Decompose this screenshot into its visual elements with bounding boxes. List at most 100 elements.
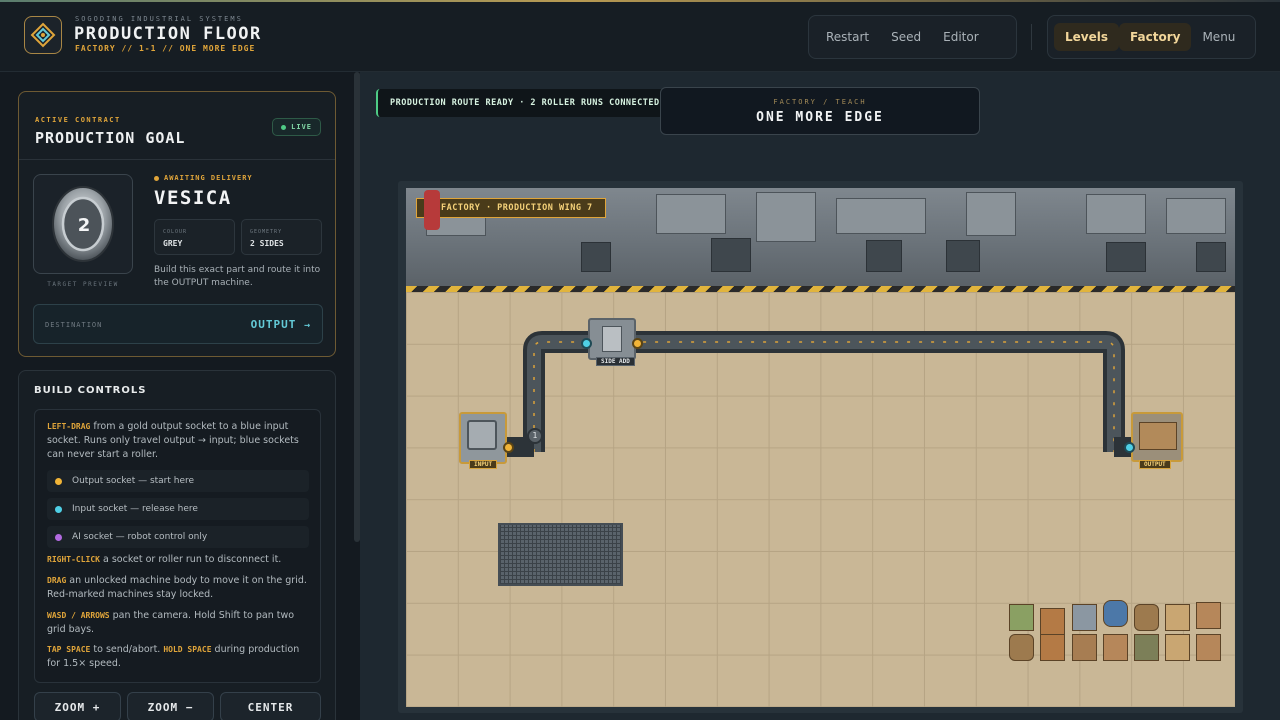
crate-rack-icon [1139, 422, 1177, 450]
input-socket[interactable] [1124, 442, 1135, 453]
zoom-in-button[interactable]: ZOOM + [34, 692, 121, 720]
contract-kicker: ACTIVE CONTRACT [35, 116, 121, 124]
help-key: WASD / ARROWS [47, 611, 110, 620]
legend-label: Input socket — release here [72, 504, 198, 514]
build-controls-help: LEFT-DRAG from a gold output socket to a… [34, 409, 321, 683]
arrow-right-icon: → [303, 320, 311, 331]
header-divider [1031, 24, 1032, 50]
seed-button[interactable]: Seed [880, 23, 932, 51]
wall-panel [1086, 194, 1146, 234]
nav-factory[interactable]: Factory [1119, 23, 1192, 51]
colour-attribute: COLOUR GREY [154, 219, 235, 255]
app-header: SOGODING INDUSTRIAL SYSTEMS PRODUCTION F… [0, 2, 1280, 72]
app-logo[interactable] [24, 16, 62, 54]
attribute-key: GEOMETRY [250, 229, 283, 235]
wall-panel [756, 192, 816, 242]
destination-text: OUTPUT [250, 318, 297, 331]
attribute-value: 2 SIDES [250, 239, 284, 248]
output-socket-icon [55, 477, 62, 485]
legend-ai-socket: AI socket — robot control only [47, 526, 309, 548]
live-dot-icon [281, 124, 287, 130]
wall-panel [836, 198, 926, 234]
barrel-icon [1103, 600, 1128, 627]
build-controls-panel: BUILD CONTROLS LEFT-DRAG from a gold out… [18, 370, 336, 720]
level-title-card: FACTORY / TEACH ONE MORE EDGE [660, 87, 980, 135]
center-button[interactable]: CENTER [220, 692, 321, 720]
box-icon [1165, 604, 1190, 631]
help-key: DRAG [47, 576, 67, 585]
target-preview: 2 [33, 174, 133, 274]
help-right-click: RIGHT-CLICK a socket or roller run to di… [47, 553, 313, 567]
input-socket-icon [55, 505, 62, 513]
legend-label: Output socket — start here [72, 476, 195, 486]
help-move: DRAG an unlocked machine body to move it… [47, 574, 313, 602]
page-title: PRODUCTION FLOOR [74, 24, 262, 44]
plant-crate-icon [1009, 604, 1034, 631]
help-drag: LEFT-DRAG from a gold output socket to a… [47, 420, 313, 462]
press-icon [602, 326, 622, 352]
help-key: RIGHT-CLICK [47, 555, 100, 564]
crate-icon [1196, 602, 1221, 629]
wall-door [711, 238, 751, 272]
destination-row[interactable]: DESTINATION OUTPUT → [33, 304, 323, 344]
wall-door [581, 242, 611, 272]
cabinet-icon [1134, 634, 1159, 661]
input-socket[interactable] [581, 338, 592, 349]
crate-icon [1196, 634, 1221, 661]
legend-label: AI socket — robot control only [72, 532, 208, 542]
production-goal-panel: ACTIVE CONTRACT PRODUCTION GOAL LIVE 2 T… [18, 91, 336, 357]
bucket-icon [1134, 604, 1159, 631]
build-controls-title: BUILD CONTROLS [34, 385, 147, 396]
input-machine[interactable] [459, 412, 507, 464]
help-camera: WASD / ARROWS pan the camera. Hold Shift… [47, 609, 313, 637]
wall-panel [966, 192, 1016, 236]
output-socket[interactable] [503, 442, 514, 453]
destination-label: DESTINATION [45, 321, 103, 329]
nav-menu[interactable]: Menu [1191, 23, 1246, 51]
wall-door [1106, 242, 1146, 272]
roller-counter: 1 [527, 428, 543, 444]
nav-levels[interactable]: Levels [1054, 23, 1120, 51]
level-kicker: FACTORY / TEACH [773, 98, 867, 106]
restart-button[interactable]: Restart [815, 23, 880, 51]
status-label: AWAITING DELIVERY [164, 174, 253, 182]
diamond-logo-icon [30, 22, 56, 48]
wall-panel [1166, 198, 1226, 234]
help-text: an unlocked machine body to move it on t… [47, 575, 307, 600]
zoom-out-button[interactable]: ZOOM − [127, 692, 214, 720]
attribute-key: COLOUR [163, 229, 188, 235]
input-machine-label: INPUT [469, 460, 498, 469]
wall-sign: FACTORY · PRODUCTION WING 7 [416, 198, 606, 218]
geometry-attribute: GEOMETRY 2 SIDES [241, 219, 322, 255]
wall-panel [656, 194, 726, 234]
output-machine[interactable] [1131, 412, 1183, 462]
preview-number: 2 [77, 214, 91, 236]
help-space: TAP SPACE to send/abort. HOLD SPACE duri… [47, 643, 313, 671]
storage-crates [1007, 600, 1235, 662]
preview-caption: TARGET PREVIEW [47, 281, 119, 288]
robot-arm-icon [467, 420, 497, 450]
fire-extinguisher-icon [424, 190, 440, 230]
contract-title: PRODUCTION GOAL [35, 129, 186, 147]
editor-button[interactable]: Editor [932, 23, 990, 51]
wall-door [1196, 242, 1226, 272]
attribute-value: GREY [163, 239, 183, 248]
output-machine-label: OUTPUT [1139, 460, 1171, 469]
help-key: LEFT-DRAG [47, 422, 91, 431]
side-add-machine-label: SIDE ADD [596, 357, 635, 366]
status-dot-icon [154, 175, 159, 181]
help-key: TAP SPACE [47, 645, 91, 654]
live-label: LIVE [291, 123, 312, 131]
crate-icon [1103, 634, 1128, 661]
wall-door [866, 240, 902, 272]
output-socket[interactable] [632, 338, 643, 349]
contract-instruction: Build this exact part and route it into … [154, 265, 321, 288]
breadcrumb: FACTORY // 1-1 // ONE MORE EDGE [75, 44, 256, 53]
wall-door [946, 240, 980, 272]
help-text: to send/abort. [93, 644, 161, 655]
crate-icon [1040, 608, 1065, 635]
live-badge: LIVE [272, 118, 321, 136]
side-add-machine[interactable] [588, 318, 636, 360]
legend-input-socket: Input socket — release here [47, 498, 309, 520]
part-name: VESICA [154, 187, 232, 209]
